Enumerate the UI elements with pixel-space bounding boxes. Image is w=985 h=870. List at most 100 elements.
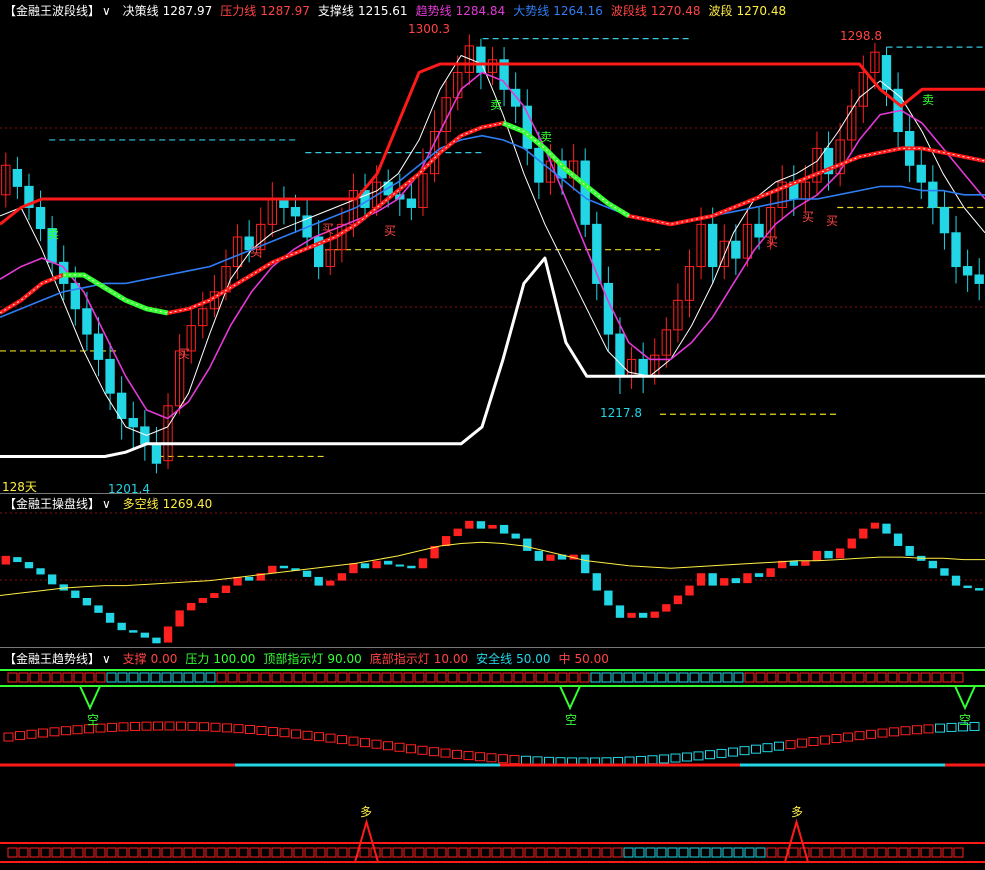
trend-cell [233,724,244,734]
trend-cell [325,733,336,743]
sell-signal: 卖 [540,130,553,144]
bar2 [754,573,764,577]
top-cell [711,672,722,683]
top-cell [579,672,590,683]
trend-cell [785,740,796,750]
panel1-item-value: 1270.48 [650,4,701,18]
top-cell [326,672,337,683]
trend-cell [371,739,382,749]
bottom-cell [315,847,326,858]
trend-cell [636,755,646,765]
top-cell [700,672,711,683]
bar2 [1,555,10,565]
panel3-item-value: 90.00 [327,652,362,666]
bar2 [395,564,404,567]
panel3-title[interactable]: 【金融王趋势线】 [4,652,100,666]
bottom-cell [249,847,260,858]
panel1-item-label: 决策线 [122,4,159,18]
trend-cell [820,735,830,745]
top-cell [216,672,227,683]
trend-cell [417,745,428,755]
trend-cell [647,755,658,765]
top-dip-line [559,685,581,711]
top-cell [678,672,689,683]
top-dip-line [954,685,976,711]
trend-cell [222,723,232,733]
top-cell [436,672,447,683]
top-cell [183,672,194,683]
top-cell [480,672,491,683]
divider-2[interactable] [0,647,985,648]
bar2 [360,563,370,569]
panel1-header: 【金融王波段线】 ∨ 决策线 1287.97 压力线 1287.97 支撑线 1215.61… [4,3,802,19]
bottom-cell [865,847,876,858]
trend-cell [889,727,899,737]
bar2 [963,585,972,589]
top-cell [161,672,172,683]
candle [82,308,92,335]
trend-cell [728,747,738,757]
panel1-title[interactable]: 【金融王波段线】 [4,4,100,18]
top-cell [502,672,513,683]
bar2 [882,523,891,534]
bottom-cell [832,847,843,858]
panel2-title[interactable]: 【金融王操盘线】 [4,497,100,511]
bar2 [662,604,671,612]
bar2 [476,521,486,529]
top-cell [227,672,238,683]
top-cell [777,672,788,683]
trend-cell [279,728,290,738]
kong-label: 空 [959,713,972,727]
top-cell [590,672,601,683]
bar2 [198,597,207,603]
bar2 [975,588,984,591]
trend-cell [682,752,692,762]
bottom-cell [205,847,216,858]
candle [534,147,544,183]
candle [638,358,648,377]
top-cell [447,672,458,683]
bar2 [453,528,462,537]
top-cell [876,672,887,683]
top-cell [18,672,29,683]
bar2 [418,558,428,569]
bottom-cell [755,847,766,858]
bar2 [801,560,810,566]
trend-cell [49,727,60,737]
duo-label: 多 [360,805,373,819]
panel3-item: 支撑 0.00 [123,652,178,666]
price-label-low1: 1217.8 [600,406,642,420]
panel3-chevron-icon[interactable]: ∨ [102,652,111,666]
trend-cell [3,732,14,742]
bottom-cell [40,847,51,858]
bottom-cell [480,847,491,858]
bottom-cell [227,847,238,858]
panel1-chevron-icon[interactable]: ∨ [102,4,111,18]
panel1-item: 波段线 1270.48 [611,4,701,18]
trend-cell [199,722,209,732]
trend-cell [383,741,393,751]
buy-signal: 买 [250,245,263,259]
bottom-cell [601,847,612,858]
bar2 [581,554,590,574]
bar2 [708,573,717,586]
bar2 [279,565,289,569]
top-cell [271,672,282,683]
bar2 [940,568,949,576]
trend-cell [302,730,313,740]
panel2-chevron-icon[interactable]: ∨ [102,497,111,511]
trend-cell [141,721,152,731]
top-cell [931,672,942,683]
candle [962,266,973,276]
sell-signal: 卖 [47,227,60,241]
trend-cell [38,728,48,738]
bottom-cell [458,847,469,858]
bottom-cell [711,847,722,858]
buy-signal: 买 [178,347,191,361]
top-cell [128,672,139,683]
bottom-cell [612,847,623,858]
bar2 [337,573,347,581]
trend-cell [130,721,140,731]
trend-cell [406,744,416,754]
bottom-cell [634,847,645,858]
